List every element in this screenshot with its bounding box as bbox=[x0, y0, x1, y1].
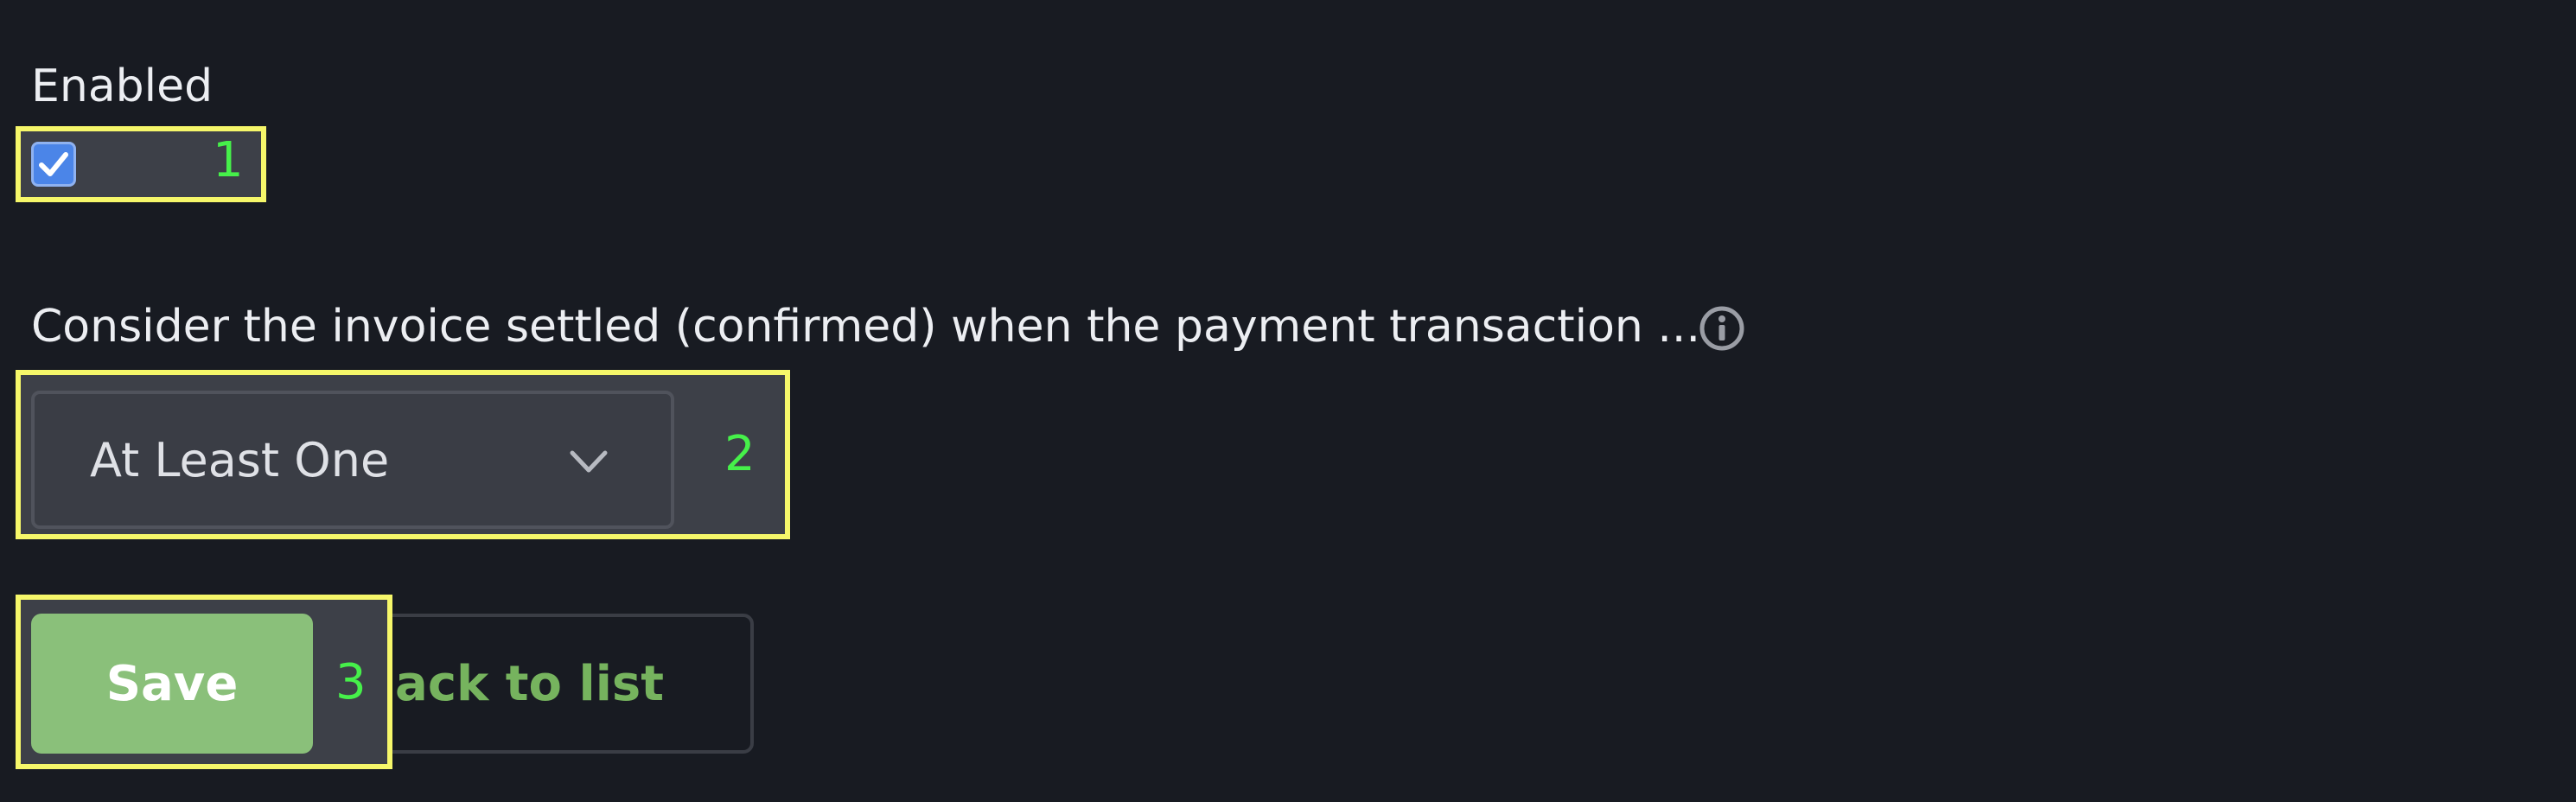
settlement-select-value: At Least One bbox=[90, 433, 390, 487]
enabled-label: Enabled bbox=[31, 60, 214, 112]
back-to-list-label: Back to list bbox=[358, 655, 664, 712]
settlement-question-label: Consider the invoice settled (confirmed)… bbox=[31, 301, 1700, 353]
enabled-checkbox[interactable] bbox=[31, 142, 76, 187]
chevron-down-icon[interactable] bbox=[567, 446, 610, 477]
checkmark-icon bbox=[39, 152, 68, 176]
highlight-label-2: 2 bbox=[724, 426, 756, 482]
highlight-label-1: 1 bbox=[213, 132, 244, 188]
info-circle-icon[interactable] bbox=[1698, 304, 1746, 353]
highlight-label-3: 3 bbox=[335, 654, 367, 710]
save-button[interactable]: Save bbox=[31, 614, 313, 754]
save-label: Save bbox=[105, 655, 239, 712]
